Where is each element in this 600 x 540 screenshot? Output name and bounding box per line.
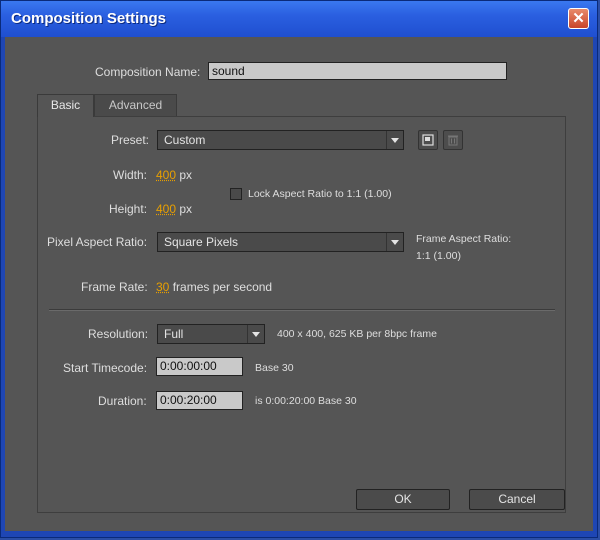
trash-icon (448, 135, 458, 146)
frame-aspect-label: Frame Aspect Ratio: (416, 233, 512, 245)
dialog-body: Composition Name: sound Basic Advanced P… (5, 37, 593, 531)
pixel-aspect-value: Square Pixels (164, 235, 239, 249)
dialog-title: Composition Settings (11, 10, 166, 27)
close-icon: ✕ (572, 10, 585, 27)
height-field: 400 px (156, 202, 192, 216)
cancel-button[interactable]: Cancel (469, 489, 565, 510)
tab-basic[interactable]: Basic (37, 94, 94, 117)
height-value[interactable]: 400 (156, 202, 176, 216)
frame-rate-unit: frames per second (172, 280, 273, 294)
width-unit: px (179, 168, 193, 182)
preset-dropdown[interactable]: Custom (157, 130, 404, 150)
duration-label: Duration: (98, 394, 147, 408)
start-timecode-label: Start Timecode: (63, 361, 148, 375)
lock-aspect-checkbox[interactable] (230, 188, 242, 200)
width-label: Width: (113, 168, 148, 182)
resolution-label: Resolution: (88, 327, 149, 341)
chevron-down-icon (247, 325, 264, 343)
lock-aspect-label: Lock Aspect Ratio to 1:1 (1.00) (248, 188, 392, 200)
chevron-down-icon (386, 233, 403, 251)
start-timecode-input[interactable]: 0:00:00:00 (156, 357, 243, 376)
resolution-info: 400 x 400, 625 KB per 8bpc frame (277, 328, 437, 340)
preset-label: Preset: (111, 133, 150, 147)
frame-rate-label: Frame Rate: (81, 280, 148, 294)
tab-advanced[interactable]: Advanced (94, 94, 177, 116)
height-unit: px (179, 202, 193, 216)
composition-name-input[interactable]: sound (208, 62, 507, 80)
delete-preset-button[interactable] (443, 130, 463, 150)
composition-name-label: Composition Name: (95, 65, 201, 79)
duration-info: is 0:00:20:00 Base 30 (255, 395, 357, 407)
frame-aspect-value: 1:1 (1.00) (416, 250, 461, 262)
frame-rate-field: 30 frames per second (156, 280, 272, 294)
title-bar[interactable]: Composition Settings ✕ (1, 1, 597, 37)
frame-rate-value[interactable]: 30 (156, 280, 169, 294)
ok-button[interactable]: OK (356, 489, 450, 510)
divider (49, 309, 555, 311)
duration-input[interactable]: 0:00:20:00 (156, 391, 243, 410)
chevron-down-icon (386, 131, 403, 149)
width-field: 400 px (156, 168, 192, 182)
pixel-aspect-label: Pixel Aspect Ratio: (47, 235, 148, 249)
resolution-value: Full (164, 327, 184, 341)
preset-value: Custom (164, 133, 206, 147)
resolution-dropdown[interactable]: Full (157, 324, 265, 344)
start-timecode-info: Base 30 (255, 362, 294, 374)
save-preset-button[interactable] (418, 130, 438, 150)
pixel-aspect-dropdown[interactable]: Square Pixels (157, 232, 404, 252)
height-label: Height: (109, 202, 148, 216)
composition-settings-dialog: Composition Settings ✕ Composition Name:… (0, 0, 598, 538)
save-preset-icon (422, 134, 434, 146)
width-value[interactable]: 400 (156, 168, 176, 182)
close-button[interactable]: ✕ (568, 8, 589, 29)
